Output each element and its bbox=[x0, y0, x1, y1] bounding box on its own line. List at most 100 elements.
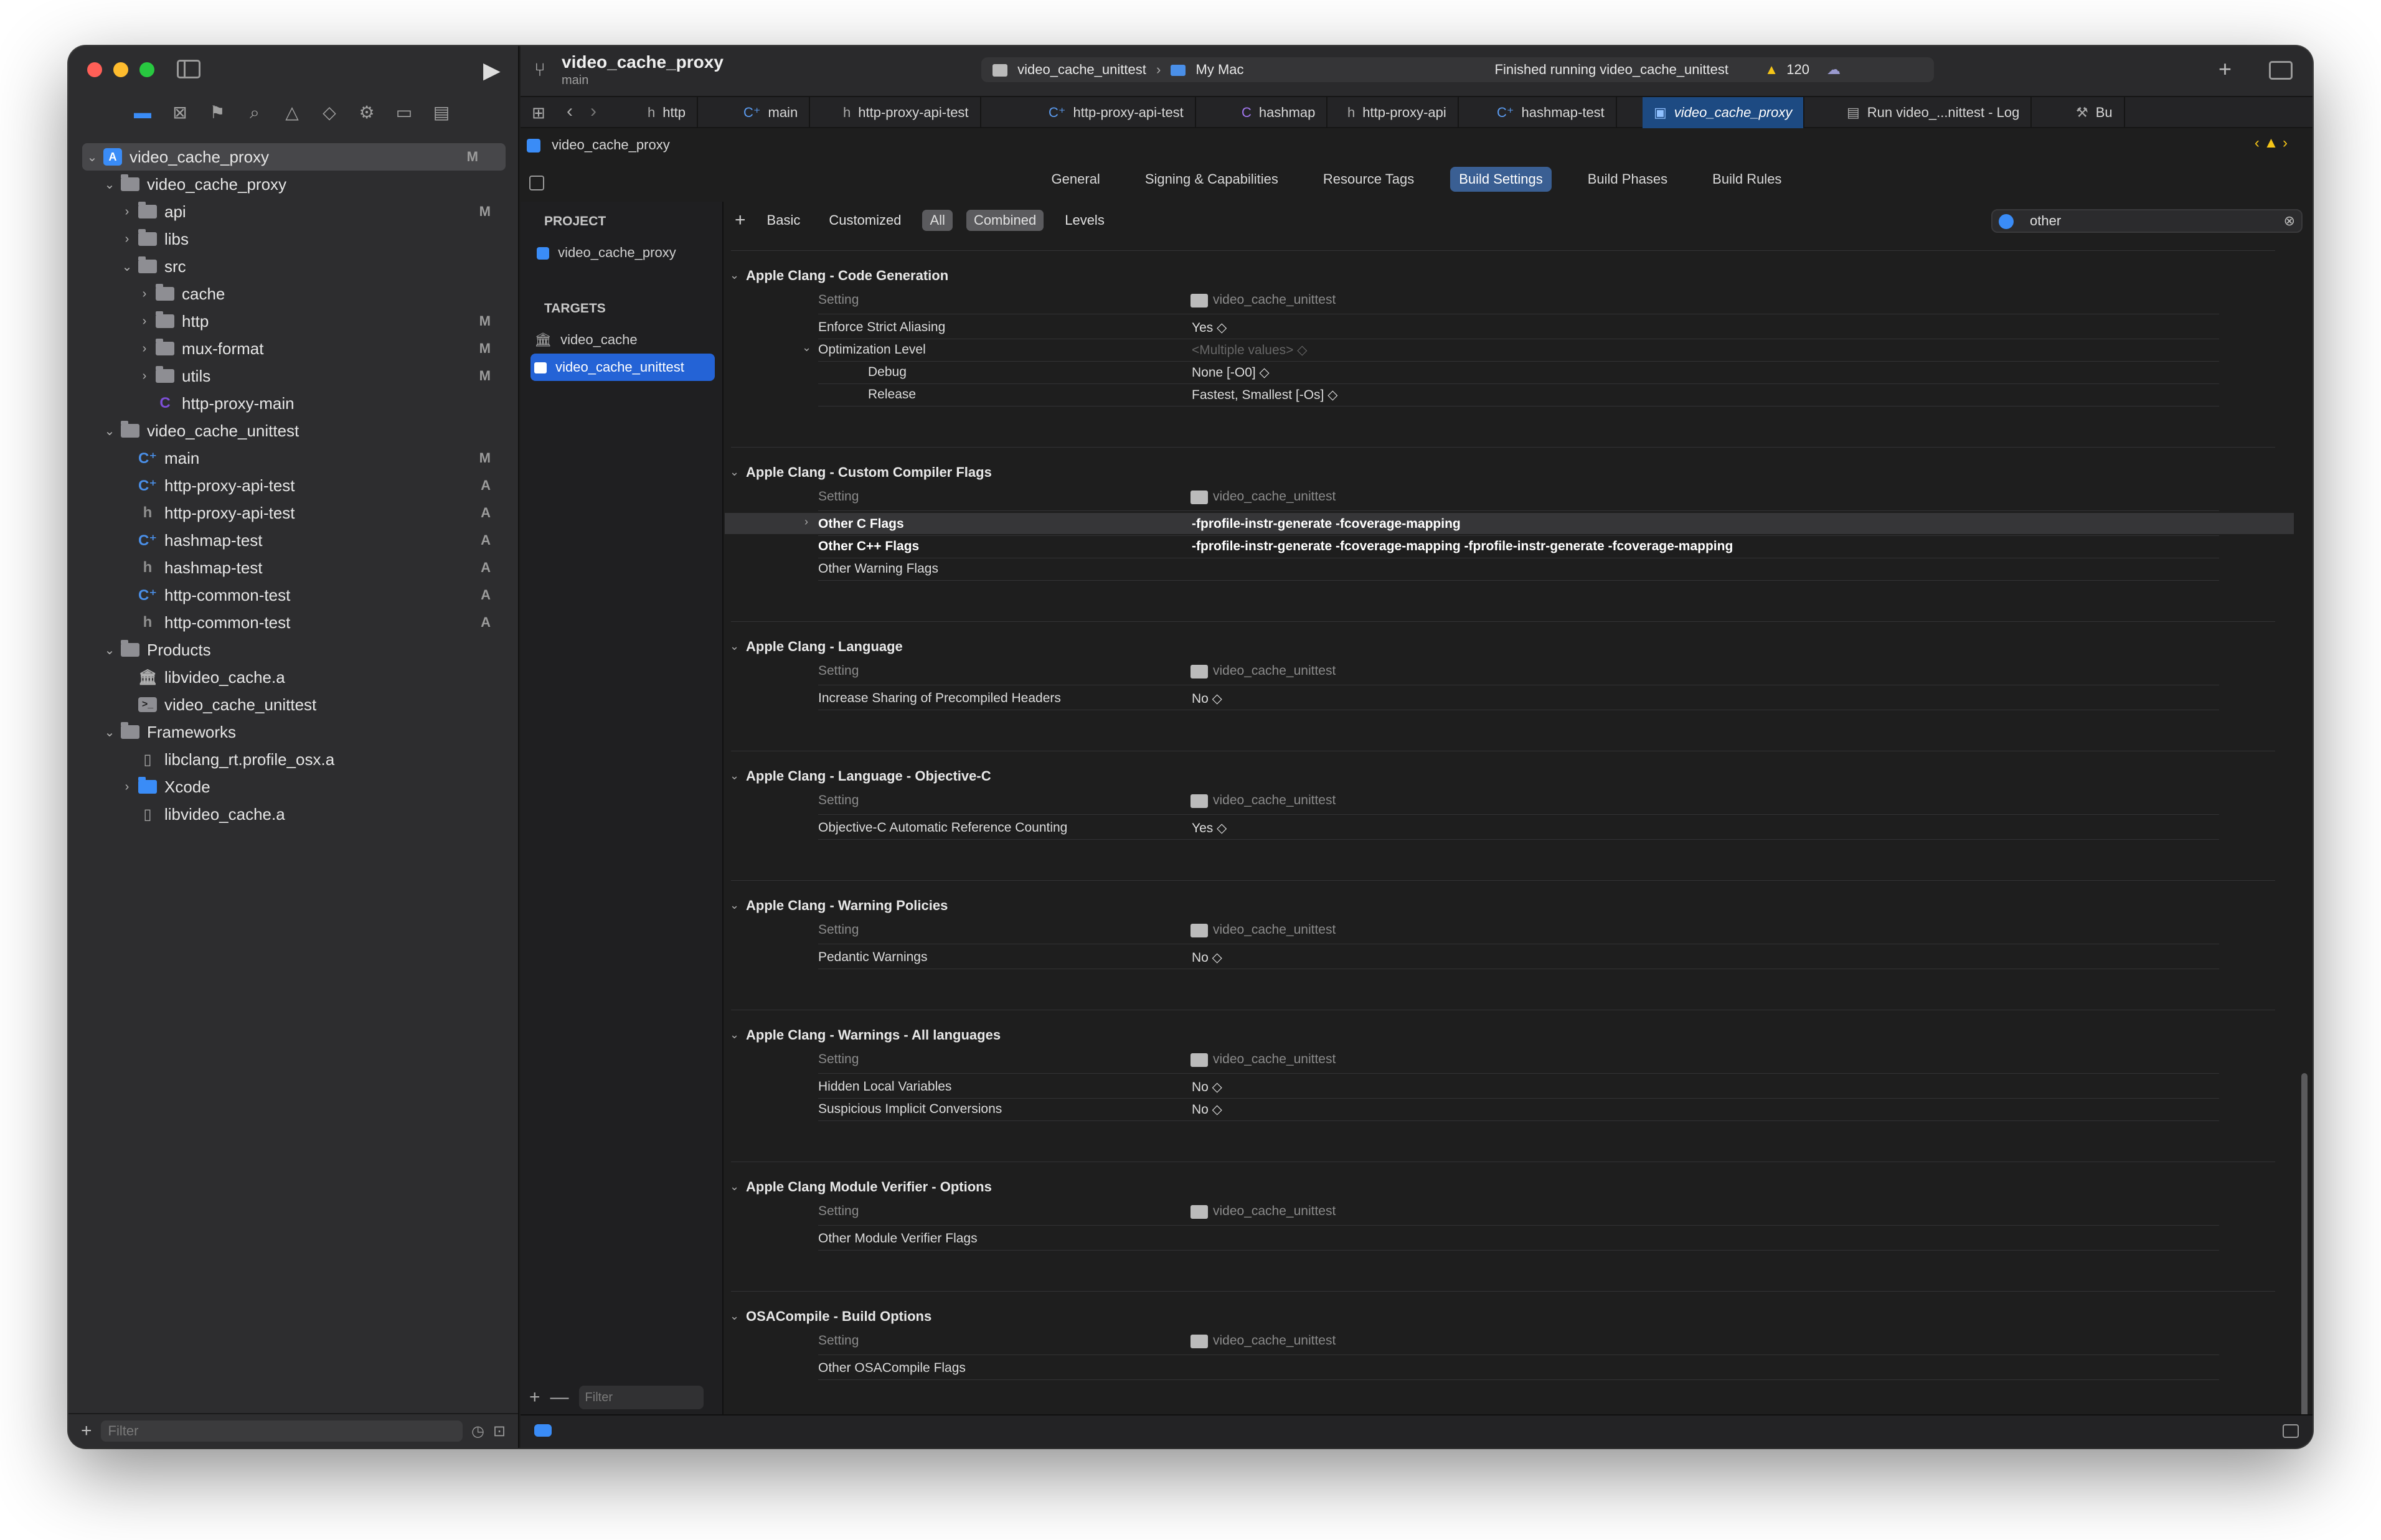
breadcrumb[interactable]: video_cache_proxy bbox=[527, 137, 670, 153]
chevron-down-icon[interactable]: ⌄ bbox=[730, 1180, 739, 1193]
navigator-row[interactable]: › libs bbox=[68, 225, 518, 253]
project-name[interactable]: video_cache_proxy bbox=[558, 245, 676, 260]
targets-filter-input[interactable]: Filter bbox=[578, 1386, 704, 1409]
recent-filter-icon[interactable]: ◷ bbox=[471, 1422, 484, 1440]
chevron-down-icon[interactable]: ⌄ bbox=[103, 642, 116, 658]
navigator-row[interactable]: › utils M bbox=[68, 362, 518, 390]
grid-icon[interactable]: ⊞ bbox=[532, 103, 545, 123]
minimize-button[interactable] bbox=[113, 62, 128, 77]
chevron-down-icon[interactable]: ⌄ bbox=[802, 341, 811, 354]
scheme-selector[interactable]: video_cache_unittest › My Mac Finished r… bbox=[981, 57, 1934, 82]
chevron-down-icon[interactable]: ⌄ bbox=[730, 1310, 739, 1323]
cloud-icon[interactable]: ☁ bbox=[1827, 57, 1841, 82]
setting-value[interactable]: Yes ◇ bbox=[1192, 820, 1227, 836]
navigator-row[interactable]: › cache bbox=[68, 280, 518, 308]
scm-filter-icon[interactable]: ⊡ bbox=[493, 1422, 506, 1440]
scrollbar[interactable] bbox=[2301, 1073, 2308, 1448]
settings-tab[interactable]: Signing & Capabilities bbox=[1136, 167, 1287, 192]
setting-value[interactable]: No ◇ bbox=[1192, 950, 1222, 965]
clear-icon[interactable]: ⊗ bbox=[2284, 210, 2295, 232]
setting-value[interactable]: None [-O0] ◇ bbox=[1192, 365, 1270, 380]
navigator-row[interactable]: › http M bbox=[68, 308, 518, 335]
warning-icon[interactable]: ▲ bbox=[1765, 57, 1778, 82]
navigator-row[interactable]: ⌄ src bbox=[68, 253, 518, 280]
target-name[interactable]: video_cache_unittest bbox=[555, 359, 684, 375]
section-title[interactable]: Apple Clang - Custom Compiler Flags bbox=[746, 464, 992, 481]
issue-icon[interactable]: △ bbox=[280, 101, 304, 124]
chevron-down-icon[interactable]: ⌄ bbox=[121, 259, 133, 275]
section-title[interactable]: OSACompile - Build Options bbox=[746, 1308, 931, 1325]
setting-value[interactable]: No ◇ bbox=[1192, 1102, 1222, 1117]
editor-tab[interactable]: h http bbox=[636, 97, 698, 128]
navigator-row[interactable]: ⌄ Products bbox=[68, 636, 518, 664]
project-title[interactable]: video_cache_proxy bbox=[562, 52, 724, 72]
setting-value[interactable]: -fprofile-instr-generate -fcoverage-mapp… bbox=[1192, 517, 1461, 532]
chevron-down-icon[interactable]: ⌄ bbox=[730, 466, 739, 479]
chevron-right-icon[interactable]: › bbox=[121, 780, 133, 794]
chevron-down-icon[interactable]: ⌄ bbox=[730, 1028, 739, 1041]
test-icon[interactable]: ◇ bbox=[318, 101, 341, 124]
section-title[interactable]: Apple Clang - Warning Policies bbox=[746, 898, 948, 914]
target-item[interactable]: 🏛 video_cache bbox=[530, 326, 715, 354]
add-icon[interactable]: + bbox=[529, 1387, 540, 1408]
scheme-name[interactable]: video_cache_unittest bbox=[1017, 62, 1146, 77]
navigator-row[interactable]: C⁺ http-common-test A bbox=[68, 581, 518, 609]
add-icon[interactable]: + bbox=[2218, 56, 2232, 82]
filter-option[interactable]: All bbox=[922, 210, 953, 231]
chevron-right-icon[interactable]: › bbox=[138, 287, 151, 301]
section-title[interactable]: Apple Clang - Language - Objective-C bbox=[746, 768, 991, 784]
search-icon[interactable]: ⌕ bbox=[243, 101, 266, 124]
chevron-down-icon[interactable]: ⌄ bbox=[103, 177, 116, 192]
filter-option[interactable]: Customized bbox=[821, 210, 908, 231]
editor-tab[interactable]: C⁺ hashmap-test bbox=[1486, 97, 1617, 128]
editor-tab[interactable]: Chashmap bbox=[1230, 97, 1328, 128]
navigator-row[interactable]: C⁺ main M bbox=[68, 444, 518, 472]
project-item[interactable]: video_cache_proxy bbox=[530, 239, 715, 266]
panel-toggle-icon[interactable] bbox=[529, 176, 544, 190]
source-control-icon[interactable]: ⊠ bbox=[168, 101, 192, 124]
filter-option[interactable]: Combined bbox=[966, 210, 1044, 231]
editor-tab[interactable]: ▤ Run video_...nittest - Log bbox=[1836, 97, 2032, 128]
target-name[interactable]: video_cache bbox=[560, 332, 638, 347]
navigator-row[interactable]: ⌄ Frameworks bbox=[68, 718, 518, 746]
bookmark-icon[interactable]: ⚑ bbox=[205, 101, 229, 124]
folder-navigator-icon[interactable]: ▬ bbox=[131, 101, 154, 124]
warning-count[interactable]: 120 bbox=[1786, 57, 1809, 82]
editor-tab[interactable]: h http-proxy-api bbox=[1336, 97, 1459, 128]
chevron-down-icon[interactable]: ⌄ bbox=[86, 149, 98, 165]
search-text[interactable]: other bbox=[2030, 213, 2061, 228]
chevron-down-icon[interactable]: ⌄ bbox=[103, 423, 116, 439]
navigator-row[interactable]: C⁺ http-proxy-api-test A bbox=[68, 472, 518, 499]
settings-tab[interactable]: Build Phases bbox=[1579, 167, 1676, 192]
report-icon[interactable]: ▤ bbox=[430, 101, 453, 124]
navigator-row[interactable]: Chttp-proxy-main bbox=[68, 390, 518, 417]
editor-tab[interactable]: ⚒ Bu bbox=[2065, 97, 2125, 128]
target-item-selected[interactable]: video_cache_unittest bbox=[530, 354, 715, 381]
section-title[interactable]: Apple Clang - Warnings - All languages bbox=[746, 1027, 1001, 1043]
navigator-row[interactable]: › mux-format M bbox=[68, 335, 518, 362]
settings-tab[interactable]: Build Rules bbox=[1704, 167, 1790, 192]
chevron-right-icon[interactable]: › bbox=[121, 205, 133, 219]
forward-icon[interactable]: › bbox=[590, 101, 596, 122]
editor-tab[interactable]: ▣ video_cache_proxy bbox=[1643, 97, 1805, 128]
editor-tab[interactable]: C⁺ http-proxy-api-test bbox=[1037, 97, 1196, 128]
chevron-down-icon[interactable]: ⌄ bbox=[730, 640, 739, 653]
add-icon[interactable]: + bbox=[81, 1420, 92, 1442]
chevron-right-icon[interactable]: › bbox=[121, 232, 133, 246]
settings-tab[interactable]: Resource Tags bbox=[1314, 167, 1423, 192]
chevron-right-icon[interactable]: › bbox=[138, 314, 151, 329]
chevron-down-icon[interactable]: ⌄ bbox=[103, 725, 116, 740]
chevron-right-icon[interactable]: › bbox=[138, 369, 151, 383]
navigator-row[interactable]: >_ video_cache_unittest bbox=[68, 691, 518, 718]
chevron-right-icon[interactable]: › bbox=[138, 342, 151, 356]
setting-value[interactable]: <Multiple values> ◇ bbox=[1192, 342, 1307, 358]
remove-icon[interactable]: — bbox=[550, 1387, 569, 1408]
navigator-filter-input[interactable]: Filter bbox=[100, 1420, 463, 1442]
warning-icon[interactable]: ‹ ▲ › bbox=[2255, 134, 2288, 152]
debug-area-icon[interactable] bbox=[534, 1424, 552, 1437]
back-icon[interactable]: ‹ bbox=[567, 101, 573, 122]
navigator-row[interactable]: ⌄ Avideo_cache_proxy M bbox=[82, 143, 506, 171]
setting-value[interactable]: -fprofile-instr-generate -fcoverage-mapp… bbox=[1192, 539, 1733, 554]
section-title[interactable]: Apple Clang - Language bbox=[746, 639, 903, 655]
settings-tab[interactable]: Build Settings bbox=[1450, 167, 1552, 192]
